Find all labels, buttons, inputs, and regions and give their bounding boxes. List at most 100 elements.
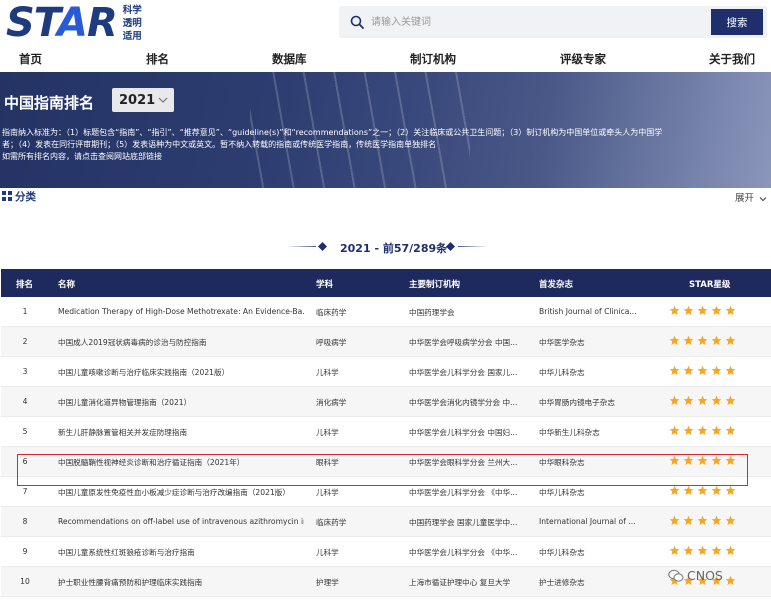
nav-database[interactable]: 数据库: [272, 51, 307, 67]
org-cell: 中国药理学会 国家儿童医学中...: [409, 518, 518, 527]
name-cell[interactable]: 中国儿童系统性红斑狼疮诊断与治疗指南: [58, 547, 304, 558]
subject-cell: 临床药学: [316, 518, 347, 527]
name-cell[interactable]: 中国成人2019冠状病毒病的诊治与防控指南: [58, 337, 304, 348]
rank-cell: 3: [22, 367, 28, 376]
rank-cell: 8: [22, 517, 28, 526]
star-icon: [669, 455, 680, 465]
star-icon: [697, 545, 708, 555]
star-rating: [669, 545, 749, 556]
star-rating: [669, 425, 749, 436]
name-cell[interactable]: 中国儿童原发性免疫性血小板减少症诊断与治疗改编指南（2021版）: [58, 487, 304, 498]
subject-cell: 眼科学: [316, 458, 339, 467]
wechat-icon: [668, 569, 684, 582]
star-logo[interactable]: STAR 科学 透明 适用: [6, 0, 142, 46]
star-icon: [711, 515, 722, 525]
watermark-text: CNOS: [687, 568, 723, 583]
table-row[interactable]: 4 中国儿童消化道异物管理指南（2021） 消化病学 中华医学会消化内镜学分会 中..…: [1, 387, 771, 417]
star-icon: [683, 395, 694, 405]
table-row[interactable]: 10 护士职业性腰背痛预防和护理临床实践指南 护理学 上海市循证护理中心 复旦大学 护士…: [1, 567, 771, 597]
nav-about[interactable]: 关于我们: [709, 51, 755, 67]
header-star: STAR星级: [689, 280, 731, 290]
table-row[interactable]: 7 中国儿童原发性免疫性血小板减少症诊断与治疗改编指南（2021版） 儿科学 中华医学…: [1, 477, 771, 507]
name-cell[interactable]: 中国儿童咳嗽诊断与治疗临床实践指南（2021版）: [58, 367, 304, 378]
subject-cell: 护理学: [316, 578, 339, 587]
table-row[interactable]: 5 新生儿肝静脉置管相关并发症防理指南 儿科学 中华医学会儿科学分会 中国妇... 中华…: [1, 417, 771, 447]
rank-cell: 1: [22, 307, 28, 316]
diamond-icon: [318, 242, 327, 251]
criteria-line: 指南纳入标准为：（1）标题包含“指南”、“指引”、“推荐意见”、“guideli…: [2, 128, 663, 137]
table-row[interactable]: 3 中国儿童咳嗽诊断与治疗临床实践指南（2021版） 儿科学 中华医学会儿科学分会 国…: [1, 357, 771, 387]
subject-cell: 临床药学: [316, 308, 347, 317]
star-icon: [725, 455, 736, 465]
journal-cell: 中华儿科杂志: [539, 368, 585, 377]
star-icon: [697, 455, 708, 465]
table-row[interactable]: 6 中国脱髓鞘性视神经炎诊断和治疗循证指南（2021年） 眼科学 中华医学会眼科学分会…: [1, 447, 771, 477]
logo-wordmark: STAR: [6, 0, 118, 46]
star-icon: [669, 485, 680, 495]
name-cell[interactable]: Recommendations on off-label use of intr…: [58, 517, 304, 526]
star-icon: [725, 365, 736, 375]
nav-organizations[interactable]: 制订机构: [410, 51, 456, 67]
rank-cell: 2: [22, 337, 28, 346]
rank-cell: 4: [22, 397, 28, 406]
org-cell: 中华医学会儿科学分会 《中华...: [409, 548, 518, 557]
star-icon: [697, 365, 708, 375]
nav-experts[interactable]: 评级专家: [560, 51, 606, 67]
search-input[interactable]: [371, 12, 671, 32]
grid-icon: [2, 191, 12, 201]
expand-toggle[interactable]: 展开: [735, 190, 767, 204]
table-row[interactable]: 8 Recommendations on off-label use of int…: [1, 507, 771, 537]
star-icon: [711, 365, 722, 375]
rank-cell: 6: [22, 457, 28, 466]
year-dropdown[interactable]: 2021: [112, 88, 174, 112]
star-icon: [725, 485, 736, 495]
star-rating: [669, 305, 749, 316]
chevron-down-icon: [759, 196, 767, 201]
star-icon: [669, 425, 680, 435]
category-label[interactable]: 分类: [15, 189, 36, 204]
subject-cell: 儿科学: [316, 428, 339, 437]
name-cell[interactable]: Medication Therapy of High-Dose Methotre…: [58, 307, 304, 316]
org-cell: 中国药理学会: [409, 308, 455, 317]
table-row[interactable]: 1 Medication Therapy of High-Dose Methotr…: [1, 297, 771, 327]
star-icon: [683, 305, 694, 315]
name-cell[interactable]: 中国脱髓鞘性视神经炎诊断和治疗循证指南（2021年）: [58, 457, 304, 468]
criteria-line: 者；（4）发表在同行评审期刊；（5）发表语种为中文或英文。暂不纳入转载的指南或传…: [2, 140, 437, 149]
star-icon: [683, 365, 694, 375]
search-button[interactable]: 搜索: [711, 9, 763, 35]
star-icon: [711, 305, 722, 315]
org-cell: 中华医学会儿科学分会 国家儿...: [409, 368, 518, 377]
star-icon: [711, 485, 722, 495]
star-rating: [669, 395, 749, 406]
table-row[interactable]: 9 中国儿童系统性红斑狼疮诊断与治疗指南 儿科学 中华医学会儿科学分会 《中华... 中…: [1, 537, 771, 567]
divider-line: [286, 246, 316, 247]
main-nav: 首页 排名 数据库 制订机构 评级专家 关于我们: [0, 46, 771, 72]
header-org: 主要制订机构: [409, 280, 461, 290]
star-icon: [669, 305, 680, 315]
org-cell: 中华医学会儿科学分会 《中华...: [409, 488, 518, 497]
star-icon: [697, 515, 708, 525]
table-row[interactable]: 2 中国成人2019冠状病毒病的诊治与防控指南 呼吸病学 中华医学会呼吸病学分会 中国…: [1, 327, 771, 357]
journal-cell: 中华医学杂志: [539, 338, 585, 347]
table-header: 排名 名称 学科 主要制订机构 首发杂志 STAR星级: [1, 269, 771, 297]
org-cell: 中华医学会呼吸病学分会 中国...: [409, 338, 518, 347]
star-icon: [711, 425, 722, 435]
star-icon: [697, 305, 708, 315]
criteria-line: 如需所有排名内容，请点击查阅网站底部链接: [2, 152, 162, 161]
nav-ranking[interactable]: 排名: [146, 51, 169, 67]
name-cell[interactable]: 护士职业性腰背痛预防和护理临床实践指南: [58, 577, 304, 588]
star-rating: [669, 485, 749, 496]
rank-cell: 5: [22, 427, 28, 436]
star-icon: [683, 545, 694, 555]
star-icon: [683, 335, 694, 345]
star-rating: [669, 515, 749, 526]
rank-cell: 7: [22, 487, 28, 496]
journal-cell: British Journal of Clinica...: [539, 307, 637, 316]
nav-home[interactable]: 首页: [19, 51, 42, 67]
header-rank: 排名: [16, 280, 34, 290]
star-icon: [725, 425, 736, 435]
name-cell[interactable]: 中国儿童消化道异物管理指南（2021）: [58, 397, 304, 408]
name-cell[interactable]: 新生儿肝静脉置管相关并发症防理指南: [58, 427, 304, 438]
subject-cell: 呼吸病学: [316, 338, 347, 347]
journal-cell: 中华新生儿科杂志: [539, 428, 600, 437]
